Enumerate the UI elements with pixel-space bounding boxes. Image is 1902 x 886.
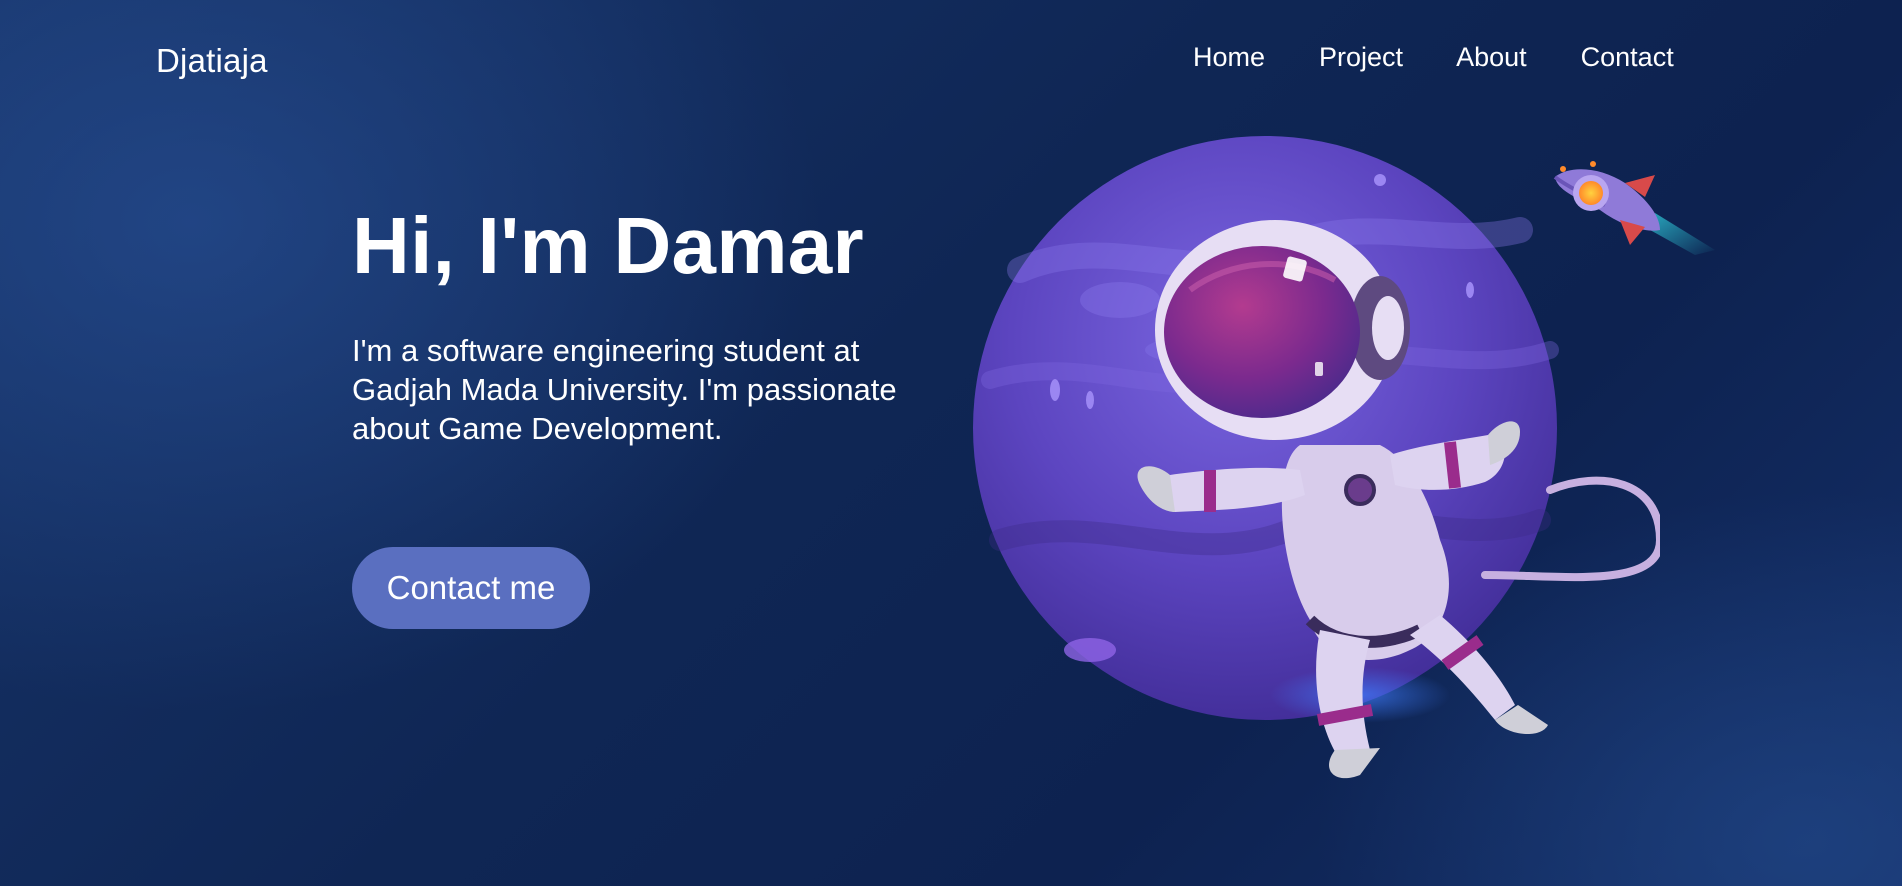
contact-me-button[interactable]: Contact me xyxy=(352,547,590,629)
nav-link-about[interactable]: About xyxy=(1456,42,1527,73)
nav-link-home[interactable]: Home xyxy=(1193,42,1265,73)
nav-link-project[interactable]: Project xyxy=(1319,42,1403,73)
hero-description: I'm a software engineering student at Ga… xyxy=(352,333,897,446)
rocket-icon xyxy=(1553,161,1715,255)
hero-title: Hi, I'm Damar xyxy=(352,201,864,290)
nav-link-contact[interactable]: Contact xyxy=(1581,42,1674,73)
main-nav: Home Project About Contact xyxy=(1193,42,1674,73)
site-logo[interactable]: Djatiaja xyxy=(156,42,268,80)
